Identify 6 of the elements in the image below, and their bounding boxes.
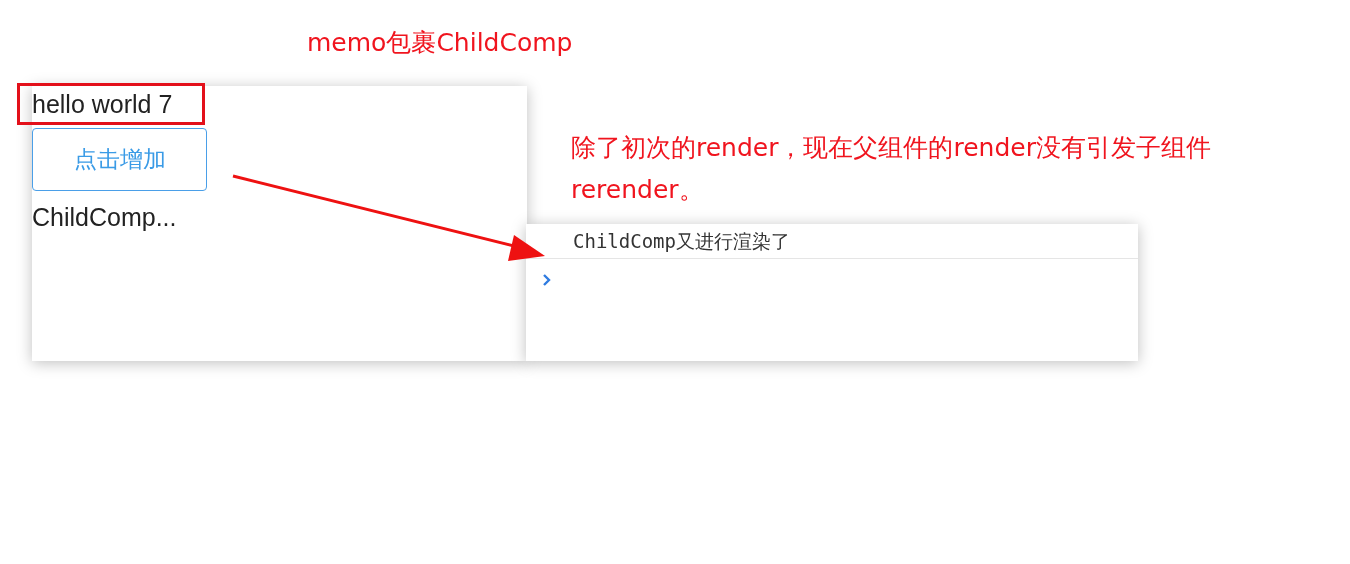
heading-text: hello world 7 xyxy=(17,83,206,125)
increment-button[interactable]: 点击增加 xyxy=(32,128,207,191)
annotation-title: memo包裹ChildComp xyxy=(307,27,573,59)
annotation-note: 除了初次的render，现在父组件的render没有引发子组件rerender。 xyxy=(571,132,1212,206)
child-text: ChildComp... xyxy=(32,202,177,233)
prompt-chevron-icon xyxy=(542,272,552,287)
